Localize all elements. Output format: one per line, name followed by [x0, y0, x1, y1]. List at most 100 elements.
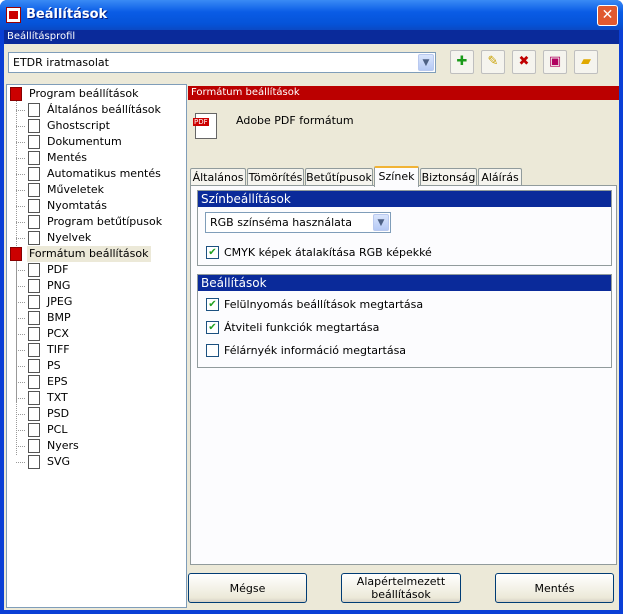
color-settings-title: Színbeállítások	[198, 191, 611, 207]
rename-profile-button[interactable]: ✎	[481, 50, 505, 74]
profile-select-value: ETDR iratmasolat	[13, 56, 109, 69]
tree-item-label: Formátum beállítások	[27, 246, 151, 262]
tree-item-label: Műveletek	[47, 183, 105, 196]
profile-select[interactable]: ETDR iratmasolat ▼	[8, 52, 436, 73]
tree-connector	[16, 110, 25, 111]
save-profile-icon: ▣	[548, 54, 562, 69]
chevron-down-icon[interactable]: ▼	[373, 214, 389, 231]
delete-profile-button[interactable]: ✖	[512, 50, 536, 74]
page-icon	[28, 311, 40, 325]
tab-1[interactable]: Tömörítés	[247, 168, 304, 186]
tree-item-label: SVG	[47, 455, 71, 468]
delete-profile-icon: ✖	[518, 54, 530, 69]
page-icon	[28, 183, 40, 197]
tree-connector	[16, 261, 17, 455]
tree-connector	[16, 270, 25, 271]
settings-window: Beállítások ✕ Beállításprofil ETDR iratm…	[0, 0, 623, 614]
pdf-file-icon	[193, 113, 217, 139]
option-label: Félárnyék információ megtartása	[224, 344, 407, 357]
general-settings-group: Beállítások ✔ Felülnyomás beállítások meg…	[197, 274, 612, 368]
page-icon	[28, 407, 40, 421]
page-icon	[10, 247, 22, 261]
cmyk-to-rgb-label: CMYK képek átalakítása RGB képekké	[224, 246, 432, 259]
page-icon	[28, 135, 40, 149]
page-icon	[28, 391, 40, 405]
page-icon	[28, 455, 40, 469]
page-icon	[28, 263, 40, 277]
add-profile-button[interactable]: ✚	[450, 50, 474, 74]
page-icon	[28, 199, 40, 213]
page-icon	[28, 167, 40, 181]
page-icon	[28, 423, 40, 437]
tree-item-label: Mentés	[47, 151, 88, 164]
tree-connector	[16, 350, 25, 351]
tab-0[interactable]: Általános	[190, 168, 246, 186]
tree-connector	[16, 430, 25, 431]
tree-item-label: PCX	[47, 327, 69, 340]
tree-item-label: Nyomtatás	[47, 199, 108, 212]
page-icon	[28, 279, 40, 293]
page-icon	[28, 151, 40, 165]
tree-connector	[16, 158, 25, 159]
checkbox-box[interactable]	[206, 344, 219, 357]
save-button-label: Mentés	[534, 581, 575, 595]
color-scheme-select[interactable]: RGB színséma használata ▼	[205, 212, 391, 233]
app-icon	[6, 7, 21, 23]
tree-connector	[16, 366, 25, 367]
tree-item-label: JPEG	[47, 295, 73, 308]
tree-item-label: TIFF	[47, 343, 70, 356]
tree-connector	[16, 126, 25, 127]
tree-item-label: Nyelvek	[47, 231, 92, 244]
tab-3[interactable]: Színek	[374, 166, 419, 187]
page-icon	[28, 343, 40, 357]
tree-item-label: EPS	[47, 375, 68, 388]
chevron-down-icon[interactable]: ▼	[418, 54, 434, 71]
tree-item-label: Dokumentum	[47, 135, 122, 148]
tab-5[interactable]: Aláírás	[478, 168, 522, 186]
tree-item-label: PSD	[47, 407, 70, 420]
page-icon	[28, 215, 40, 229]
open-profile-button[interactable]: ▰	[574, 50, 598, 74]
page-icon	[28, 119, 40, 133]
cancel-button[interactable]: Mégse	[188, 573, 307, 603]
page-icon	[10, 87, 22, 101]
tree-item-label: TXT	[47, 391, 68, 404]
tree-connector	[16, 334, 25, 335]
tree-connector	[16, 446, 25, 447]
save-button[interactable]: Mentés	[495, 573, 614, 603]
tree-connector	[16, 318, 25, 319]
checkbox-box[interactable]: ✔	[206, 321, 219, 334]
tree-item-label: Automatikus mentés	[47, 167, 161, 180]
page-icon	[28, 295, 40, 309]
page-icon	[28, 231, 40, 245]
save-profile-button[interactable]: ▣	[543, 50, 567, 74]
window-title: Beállítások	[26, 7, 108, 22]
defaults-button[interactable]: Alapértelmezett beállítások	[341, 573, 461, 603]
tree-item-label: Program beállítások	[29, 87, 139, 100]
profile-header: Beállításprofil	[4, 30, 619, 44]
checkbox-box[interactable]: ✔	[206, 298, 219, 311]
tree-connector	[16, 398, 25, 399]
tree-item-label: PCL	[47, 423, 68, 436]
general-settings-title: Beállítások	[198, 275, 611, 291]
tab-2[interactable]: Betűtípusok	[305, 168, 373, 186]
settings-tree[interactable]: Program beállítások Általános beállítások…	[6, 84, 187, 608]
defaults-button-label: Alapértelmezett beállítások	[356, 575, 446, 601]
tree-connector	[16, 174, 25, 175]
tree-item-label: PNG	[47, 279, 71, 292]
checkbox-box[interactable]: ✔	[206, 246, 219, 259]
tree-item-label: BMP	[47, 311, 71, 324]
page-icon	[28, 375, 40, 389]
tree-connector	[16, 462, 25, 463]
option-label: Átviteli funkciók megtartása	[224, 321, 380, 334]
tab-4[interactable]: Biztonság	[420, 168, 477, 186]
tree-connector	[16, 382, 25, 383]
tree-item-label: Nyers	[47, 439, 79, 452]
close-button[interactable]: ✕	[597, 5, 618, 26]
tree-connector	[16, 238, 25, 239]
format-panel-header: Formátum beállítások	[188, 86, 619, 100]
add-profile-icon: ✚	[456, 54, 468, 69]
tree-connector	[16, 414, 25, 415]
title-bar[interactable]: Beállítások ✕	[0, 0, 623, 30]
page-icon	[28, 103, 40, 117]
